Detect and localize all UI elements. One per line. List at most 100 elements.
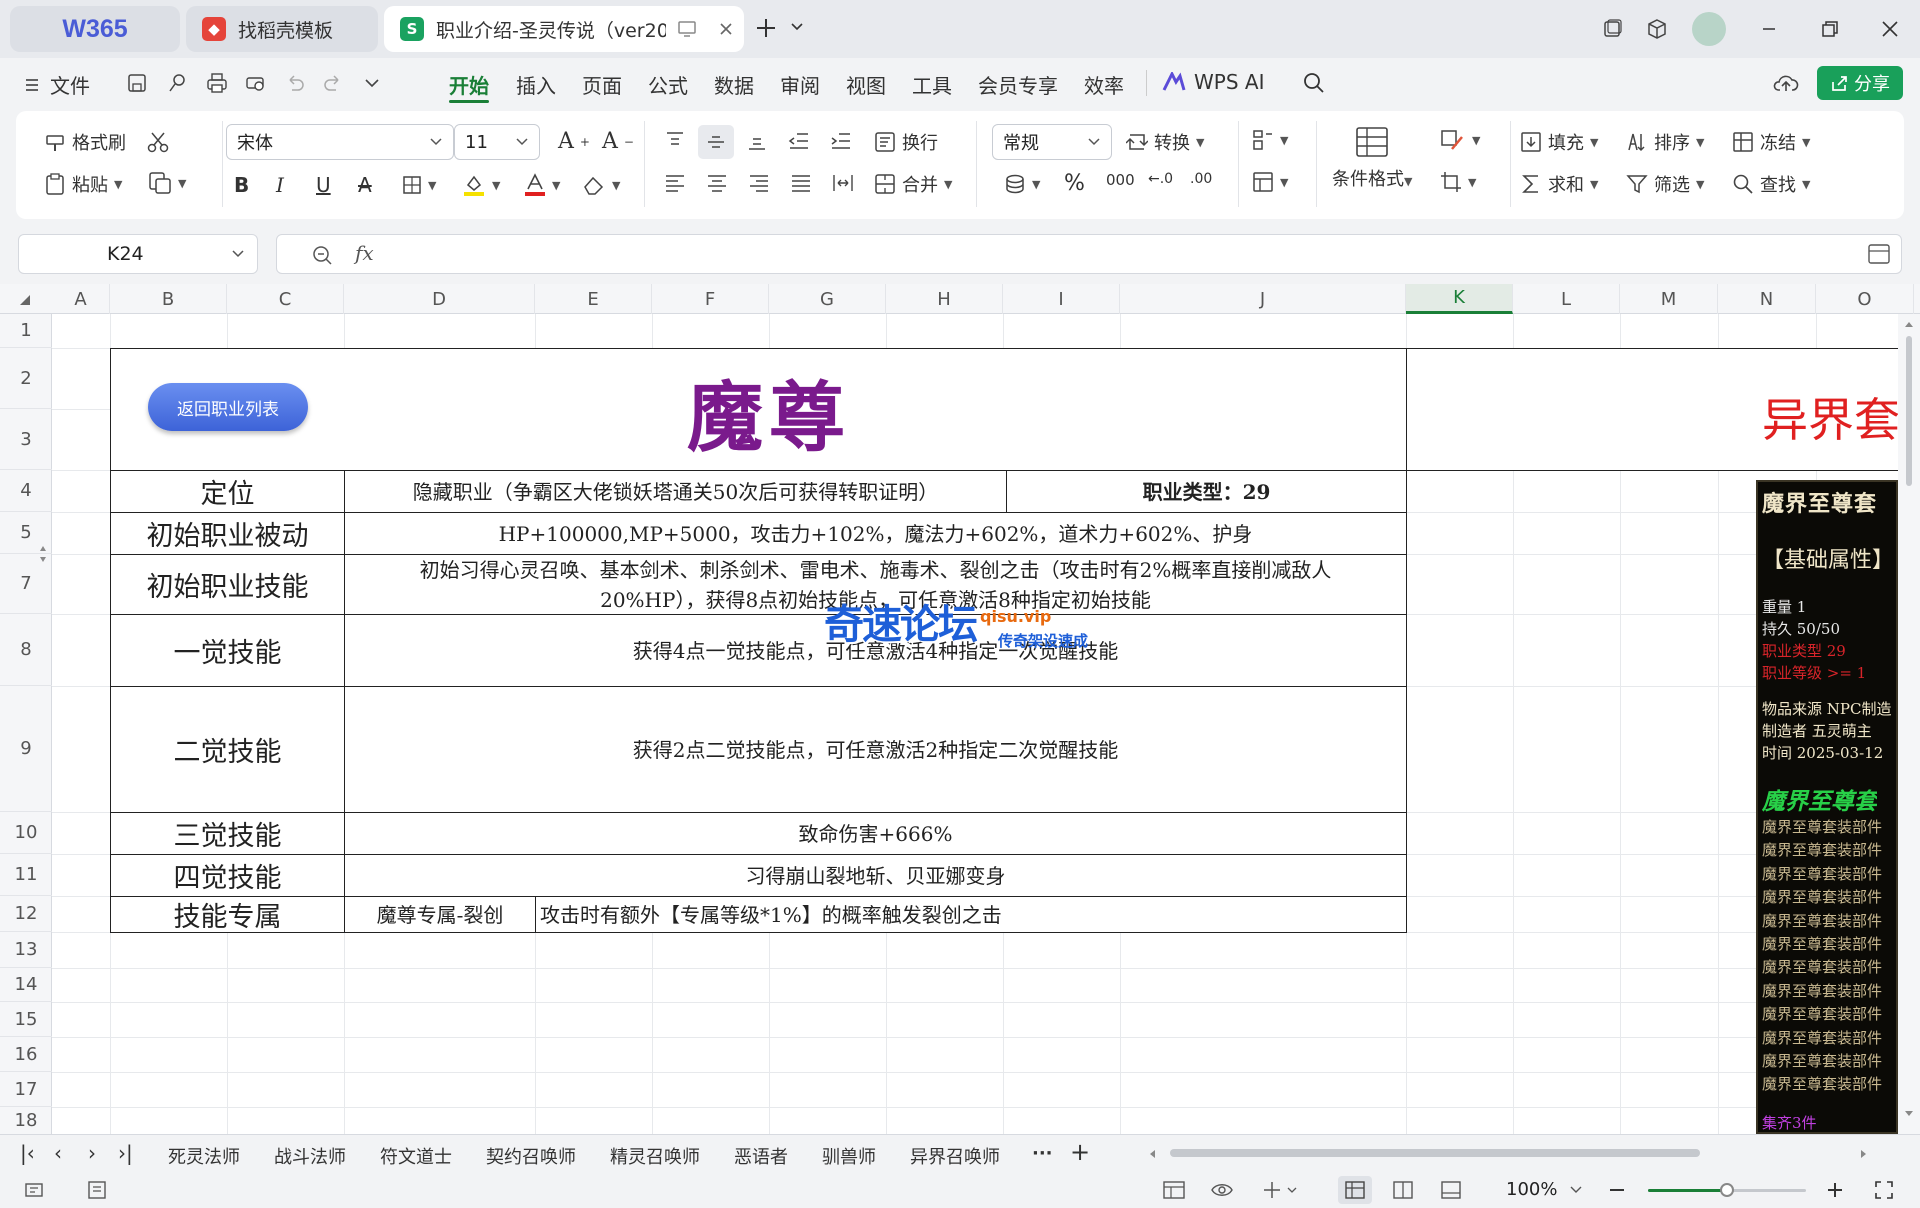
file-menu[interactable]: 文件 [24,70,90,99]
crosshair-icon[interactable] [1262,1180,1298,1200]
zoom-magnifier-icon[interactable] [311,244,333,266]
exclusive-skill-name[interactable]: 魔尊专属-裂创 [344,896,536,933]
column-header[interactable]: N [1718,284,1816,314]
find-button[interactable]: 查找 ▼ [1732,171,1810,197]
share-link-icon[interactable] [166,72,188,94]
justify-icon[interactable] [790,173,812,193]
percent-icon[interactable]: % [1064,171,1085,196]
fx-icon[interactable]: fx [355,241,374,265]
eye-icon[interactable] [1210,1180,1234,1200]
value-awaken-1[interactable]: 获得4点一觉技能点，可任意激活4种指定一次觉醒技能 [344,614,1407,687]
column-header[interactable]: O [1816,284,1914,314]
back-to-job-list-button[interactable]: 返回职业列表 [148,383,308,431]
italic-icon[interactable]: I [276,173,284,197]
value-exclusive-skill[interactable]: 攻击时有额外【专属等级*1%】的概率触发裂创之击 [535,896,1407,933]
sheet-tab[interactable]: 恶语者 [734,1143,788,1169]
column-header[interactable]: H [886,284,1003,314]
label-awaken-1[interactable]: 一觉技能 [110,614,345,687]
expand-formula-icon[interactable] [1867,243,1891,265]
column-header[interactable]: G [769,284,886,314]
row-header[interactable]: 3 [0,409,52,470]
value-job-type[interactable]: 职业类型：29 [1006,470,1407,513]
first-sheet-icon[interactable]: |‹ [20,1141,35,1165]
font-color-button[interactable]: ▼ [524,173,560,197]
strikethrough-icon[interactable]: A [358,173,372,197]
label-initial-passive[interactable]: 初始职业被动 [110,512,345,555]
convert-button[interactable]: 转换 ▼ [1126,129,1204,155]
decrease-indent-icon[interactable] [788,131,810,151]
value-awaken-4[interactable]: 习得崩山裂地斩、贝亚娜变身 [344,854,1407,897]
table-view-icon[interactable] [1162,1180,1186,1200]
menu-review[interactable]: 审阅 [780,70,820,99]
cut-icon[interactable] [146,131,170,153]
tab-document[interactable]: S 职业介绍-圣灵传说（ver20 [384,6,744,52]
copy-button[interactable]: ▼ [148,171,186,195]
menu-page[interactable]: 页面 [582,70,622,99]
merge-button[interactable]: 合并 ▼ [874,171,952,197]
value-position[interactable]: 隐藏职业（争霸区大佬锁妖塔通关50次后可获得转职证明） [344,470,1007,513]
sum-button[interactable]: 求和 ▼ [1520,171,1598,197]
window-layout-icon[interactable] [1597,14,1627,44]
page-break-icon[interactable] [1440,1180,1462,1200]
format-painter-button[interactable]: 格式刷 [44,129,126,155]
align-left-icon[interactable] [664,173,686,193]
label-awaken-3[interactable]: 三觉技能 [110,812,345,855]
row-header[interactable]: 10 [0,812,52,854]
chevron-down-icon[interactable] [790,22,804,32]
crop-button[interactable]: ▼ [1440,171,1476,193]
column-header[interactable]: C [227,284,344,314]
save-icon[interactable] [126,72,148,94]
scrollbar-thumb[interactable] [1906,336,1912,486]
scroll-down-icon[interactable] [1904,1110,1914,1118]
zoom-dropdown-icon[interactable] [1570,1186,1582,1194]
name-box[interactable]: K24 [18,234,258,274]
print-preview-icon[interactable] [245,72,267,94]
value-initial-skills[interactable]: 初始习得心灵召唤、基本剑术、刺杀剑术、雷电术、施毒术、裂创之击（攻击时有2%概率… [344,554,1407,615]
redo-icon[interactable] [322,72,344,94]
prev-sheet-icon[interactable]: ‹ [54,1141,62,1165]
fill-button[interactable]: 填充 ▼ [1520,129,1598,155]
restore-icon[interactable] [1815,14,1845,44]
share-button[interactable]: 分享 [1817,66,1903,100]
column-header[interactable]: J [1120,284,1406,314]
undo-icon[interactable] [284,72,306,94]
row-header[interactable]: 17 [0,1072,52,1107]
menu-wps-ai[interactable]: WPS AI [1162,70,1264,94]
row-header[interactable]: 13 [0,932,52,968]
menu-member[interactable]: 会员专享 [978,70,1058,99]
number-format-select[interactable]: 常规 [992,124,1112,160]
macro-icon[interactable] [24,1180,46,1200]
paste-button[interactable]: 粘贴 ▼ [44,171,122,197]
menu-insert[interactable]: 插入 [516,70,556,99]
row-header[interactable]: 12 [0,896,52,932]
underline-icon[interactable]: U [316,173,331,197]
fullscreen-icon[interactable] [1874,1180,1894,1200]
row-header[interactable]: 1 [0,314,52,348]
align-right-icon[interactable] [748,173,770,193]
bold-icon[interactable]: B [234,173,249,197]
align-center-icon[interactable] [706,173,728,193]
font-family-select[interactable]: 宋体 [226,124,454,160]
fill-color-button[interactable]: ▼ [462,173,500,197]
hidden-row-marker-icon[interactable] [38,544,48,564]
column-header[interactable]: L [1513,284,1620,314]
scroll-right-icon[interactable] [1860,1149,1868,1159]
search-icon[interactable] [1302,71,1326,95]
scroll-left-icon[interactable] [1148,1149,1156,1159]
vertical-scrollbar[interactable] [1898,314,1920,1134]
column-header[interactable]: D [344,284,535,314]
wrap-text-button[interactable]: 换行 [874,129,938,155]
row-header[interactable]: 16 [0,1037,52,1072]
cell-style-button[interactable]: ▼ [1440,129,1480,151]
decrease-font-icon[interactable]: A − [602,129,634,154]
menu-formula[interactable]: 公式 [648,70,688,99]
horizontal-scrollbar[interactable] [1148,1146,1868,1160]
column-header[interactable]: I [1003,284,1120,314]
align-top-icon[interactable] [664,131,686,151]
row-header[interactable]: 11 [0,854,52,896]
row-header[interactable]: 15 [0,1002,52,1037]
zoom-slider[interactable] [1648,1183,1806,1197]
more-chevron-icon[interactable] [364,78,380,88]
decrease-decimal-icon[interactable]: .00 [1190,171,1212,187]
label-exclusive-skill[interactable]: 技能专属 [110,896,345,933]
